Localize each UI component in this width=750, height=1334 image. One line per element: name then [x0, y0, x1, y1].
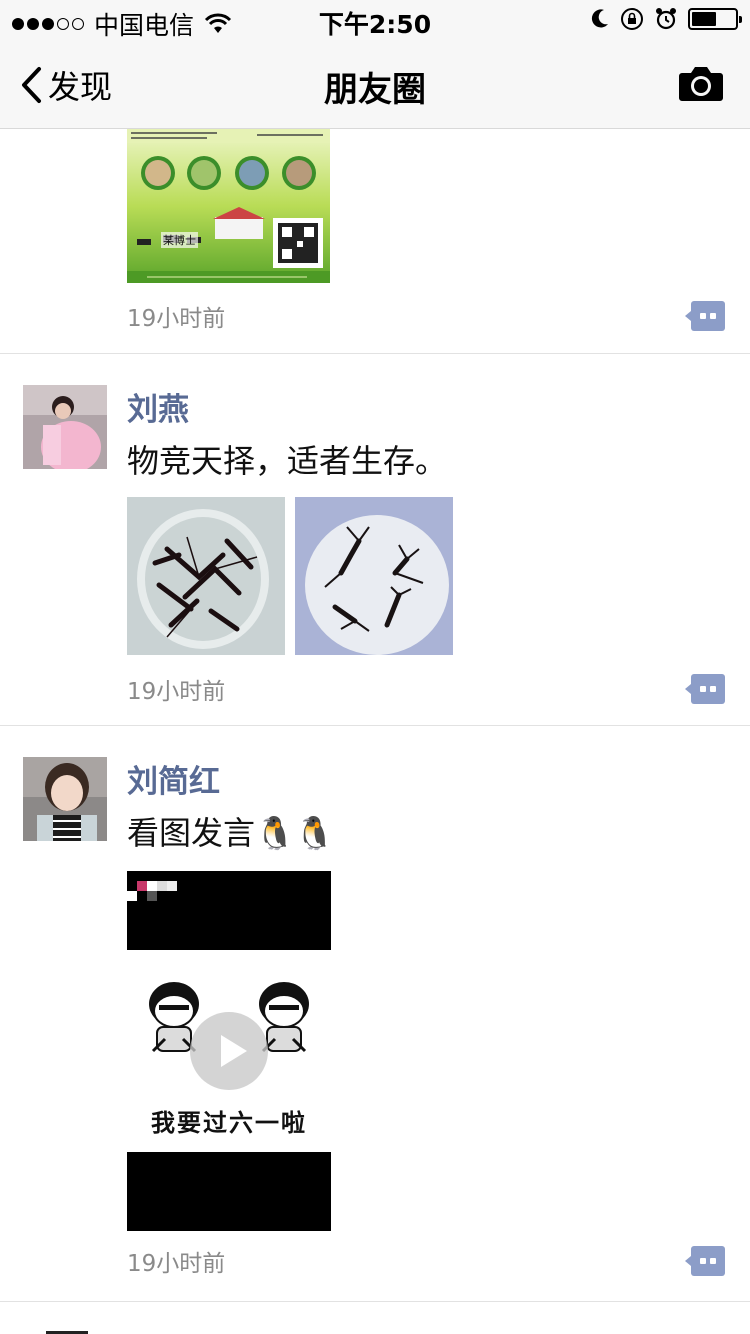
post-time: 19小时前	[127, 679, 226, 705]
rotation-lock-icon	[621, 8, 643, 30]
post-image-poster[interactable]: 某博士	[127, 129, 330, 283]
post-video[interactable]: 我要过六一啦	[127, 871, 331, 1231]
page-title: 朋友圈	[324, 70, 426, 110]
status-bar: 中国电信 下午2:50	[0, 0, 750, 40]
video-caption: 我要过六一啦	[151, 1108, 307, 1137]
avatar[interactable]	[23, 757, 107, 841]
post-time: 19小时前	[127, 306, 226, 332]
comment-dots-icon	[685, 301, 725, 331]
status-right	[590, 7, 742, 31]
camera-icon	[679, 67, 723, 101]
comment-button[interactable]	[685, 301, 725, 331]
battery-icon	[688, 8, 742, 30]
nav-bar: 发现 朋友圈	[0, 40, 750, 129]
poster-caption: 某博士	[161, 232, 198, 248]
comment-button[interactable]	[685, 674, 725, 704]
comment-button[interactable]	[685, 1246, 725, 1276]
post-text: 看图发言🐧🐧	[127, 814, 335, 852]
play-button[interactable]	[190, 1012, 268, 1090]
play-icon	[221, 1035, 247, 1067]
moment-post: 刘简红 看图发言🐧🐧 我要过六一啦 19小时前	[0, 726, 750, 1302]
post-text: 物竞天择，适者生存。	[127, 442, 448, 480]
post-image-crayfish[interactable]	[295, 497, 453, 655]
post-author-name[interactable]: 刘燕	[127, 384, 189, 429]
moon-icon	[591, 9, 608, 28]
moment-post: 某博士 19小时前	[0, 129, 750, 354]
alarm-icon	[656, 8, 676, 30]
camera-button[interactable]	[678, 64, 724, 106]
comment-dots-icon	[685, 674, 725, 704]
comment-dots-icon	[685, 1246, 725, 1276]
moments-feed: 某博士 19小时前 刘燕 物竞天择，适者生存。 19小时前 刘简红 看图发言🐧🐧…	[0, 129, 750, 1334]
moment-post: 刘燕 物竞天择，适者生存。 19小时前	[0, 354, 750, 726]
post-image-crayfish[interactable]	[127, 497, 285, 655]
post-author-name[interactable]: 刘简红	[127, 756, 220, 801]
post-time: 19小时前	[127, 1251, 226, 1277]
avatar[interactable]	[23, 385, 107, 469]
